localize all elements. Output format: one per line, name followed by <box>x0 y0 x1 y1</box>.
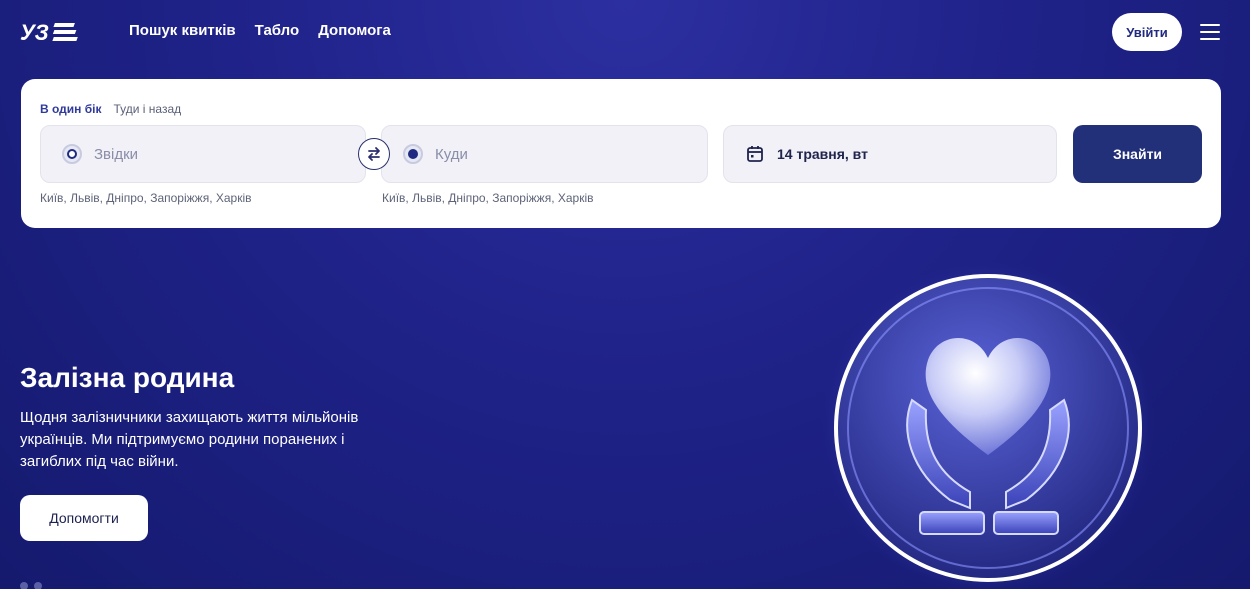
hero-title: Залізна родина <box>20 362 235 393</box>
tab-round-trip[interactable]: Туди і назад <box>114 102 182 116</box>
from-field[interactable]: Звідки <box>40 125 366 183</box>
carousel-dot[interactable] <box>20 582 28 589</box>
from-popular-cities: Київ, Львів, Дніпро, Запоріжжя, Харків <box>40 191 252 205</box>
to-placeholder: Куди <box>435 145 468 163</box>
main-nav: Пошук квитків Табло Допомога <box>129 22 391 39</box>
to-popular-cities: Київ, Львів, Дніпро, Запоріжжя, Харків <box>382 191 594 205</box>
nav-board[interactable]: Табло <box>255 22 300 39</box>
login-button[interactable]: Увійти <box>1112 13 1182 51</box>
site-header: УЗ Пошук квитків Табло Допомога Увійти <box>0 0 1250 64</box>
trip-type-tabs: В один бік Туди і назад <box>40 102 181 116</box>
menu-icon[interactable] <box>1200 24 1220 40</box>
date-field[interactable]: 14 травня, вт <box>723 125 1057 183</box>
date-value: 14 травня, вт <box>777 146 868 162</box>
donate-button[interactable]: Допомогти <box>20 495 148 541</box>
nav-help[interactable]: Допомога <box>318 22 391 39</box>
svg-text:УЗ: УЗ <box>20 20 49 44</box>
hero-description: Щодня залізничники захищають життя мільй… <box>20 409 359 470</box>
carousel-dots <box>20 582 42 589</box>
uz-logo-icon[interactable]: УЗ <box>20 20 84 44</box>
radio-icon <box>62 144 82 164</box>
find-button[interactable]: Знайти <box>1073 125 1202 183</box>
search-card: В один бік Туди і назад Звідки Куди 14 т… <box>21 79 1221 228</box>
tab-one-way[interactable]: В один бік <box>40 102 102 116</box>
to-field[interactable]: Куди <box>381 125 708 183</box>
carousel-dot[interactable] <box>34 582 42 589</box>
calendar-icon <box>747 146 763 162</box>
from-placeholder: Звідки <box>94 145 139 163</box>
swap-arrows-icon <box>368 147 380 161</box>
nav-ticket-search[interactable]: Пошук квитків <box>129 22 236 39</box>
swap-button[interactable] <box>358 138 390 170</box>
radio-icon <box>403 144 423 164</box>
heart-hands-icon <box>820 260 1156 589</box>
